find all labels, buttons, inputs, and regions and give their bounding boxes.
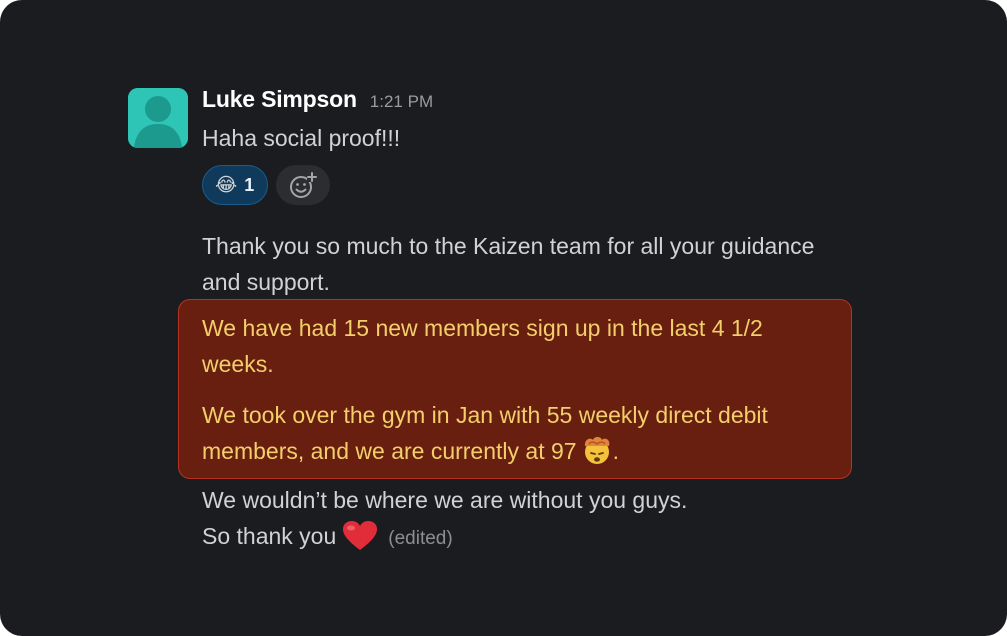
message-panel: Luke Simpson 1:21 PM Haha social proof!!… xyxy=(0,0,1007,636)
reaction-joy-button[interactable]: 😂 1 xyxy=(202,165,269,205)
highlight-p2-line-1: We took over the gym in Jan with 55 week… xyxy=(202,402,768,428)
author-name[interactable]: Luke Simpson xyxy=(202,86,357,113)
red-heart-emoji-icon xyxy=(342,520,378,562)
message-header: Luke Simpson 1:21 PM xyxy=(202,86,882,116)
avatar[interactable] xyxy=(128,88,188,148)
edited-label: (edited) xyxy=(388,528,453,549)
message-timestamp[interactable]: 1:21 PM xyxy=(370,92,433,112)
highlighted-text: We have had 15 new members sign up in th… xyxy=(202,310,842,475)
exploding-head-emoji-icon xyxy=(581,435,613,475)
reaction-count: 1 xyxy=(244,174,255,195)
add-reaction-icon xyxy=(290,172,318,198)
closing-line-2-wrap: So thank you (edited) xyxy=(202,518,882,562)
closing-line-2: So thank you xyxy=(202,523,337,549)
message-body: Luke Simpson 1:21 PM Haha social proof!!… xyxy=(202,86,882,300)
highlight-p2-end: . xyxy=(612,438,619,464)
closing-line-1: We wouldn’t be where we are without you … xyxy=(202,487,688,513)
closing-text: We wouldn’t be where we are without you … xyxy=(202,482,882,562)
highlight-p1-line-2: weeks. xyxy=(202,351,274,377)
joy-emoji-icon: 😂 xyxy=(215,173,238,196)
followup-line-1: Thank you so much to the Kaizen team for… xyxy=(202,233,815,259)
message-text: Haha social proof!!! xyxy=(202,125,401,151)
highlight-p2-line-2: members, and we are currently at 97 xyxy=(202,438,577,464)
highlight-p2-line-2-wrap: members, and we are currently at 97 . xyxy=(202,433,842,475)
user-silhouette-icon xyxy=(128,88,188,148)
highlight-p1-line-1: We have had 15 new members sign up in th… xyxy=(202,315,763,341)
reactions-bar: 😂 1 xyxy=(202,165,882,205)
add-reaction-button[interactable] xyxy=(276,165,331,205)
followup-line-2: and support. xyxy=(202,269,330,295)
